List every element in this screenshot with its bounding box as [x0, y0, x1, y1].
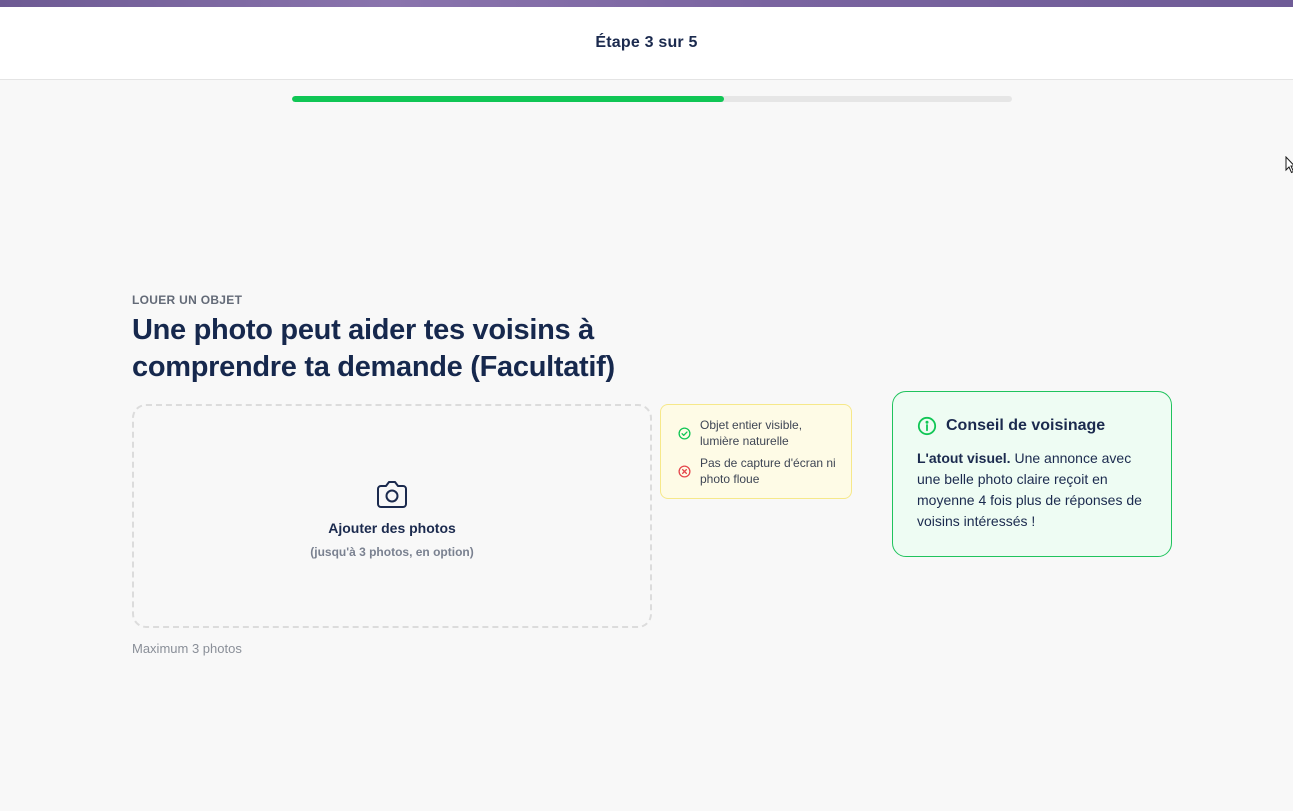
check-circle-icon [678, 427, 691, 440]
progress-bar-fill [292, 96, 724, 102]
advice-highlight: L'atout visuel. [917, 450, 1011, 466]
advice-header: Conseil de voisinage [917, 416, 1147, 436]
section-eyebrow: LOUER UN OBJET [132, 293, 243, 307]
step-indicator: Étape 3 sur 5 [595, 34, 698, 51]
tip-item-do: Objet entier visible, lumière naturelle [678, 417, 841, 449]
tip-text-do: Objet entier visible, lumière naturelle [700, 418, 803, 448]
progress-bar [292, 96, 1012, 102]
upload-label: Ajouter des photos [328, 519, 456, 536]
upload-sublabel: (jusqu'à 3 photos, en option) [310, 544, 474, 559]
advice-body: L'atout visuel. Une annonce avec une bel… [917, 448, 1147, 532]
x-circle-icon [678, 465, 691, 478]
max-photos-note: Maximum 3 photos [132, 641, 242, 656]
neighborhood-advice-card: Conseil de voisinage L'atout visuel. Une… [892, 391, 1172, 557]
camera-icon [377, 480, 407, 508]
info-icon [917, 416, 937, 436]
photo-upload-dropzone[interactable]: Ajouter des photos (jusqu'à 3 photos, en… [132, 404, 652, 628]
page-header: Étape 3 sur 5 [0, 7, 1293, 80]
top-banner-strip [0, 0, 1293, 7]
page-title: Une photo peut aider tes voisins à compr… [132, 314, 615, 383]
advice-title: Conseil de voisinage [946, 417, 1106, 434]
mouse-cursor-icon [1285, 156, 1293, 174]
tip-item-dont: Pas de capture d'écran ni photo floue [678, 455, 841, 487]
tip-text-dont: Pas de capture d'écran ni photo floue [700, 456, 836, 486]
photo-tips-box: Objet entier visible, lumière naturelle … [660, 404, 852, 499]
